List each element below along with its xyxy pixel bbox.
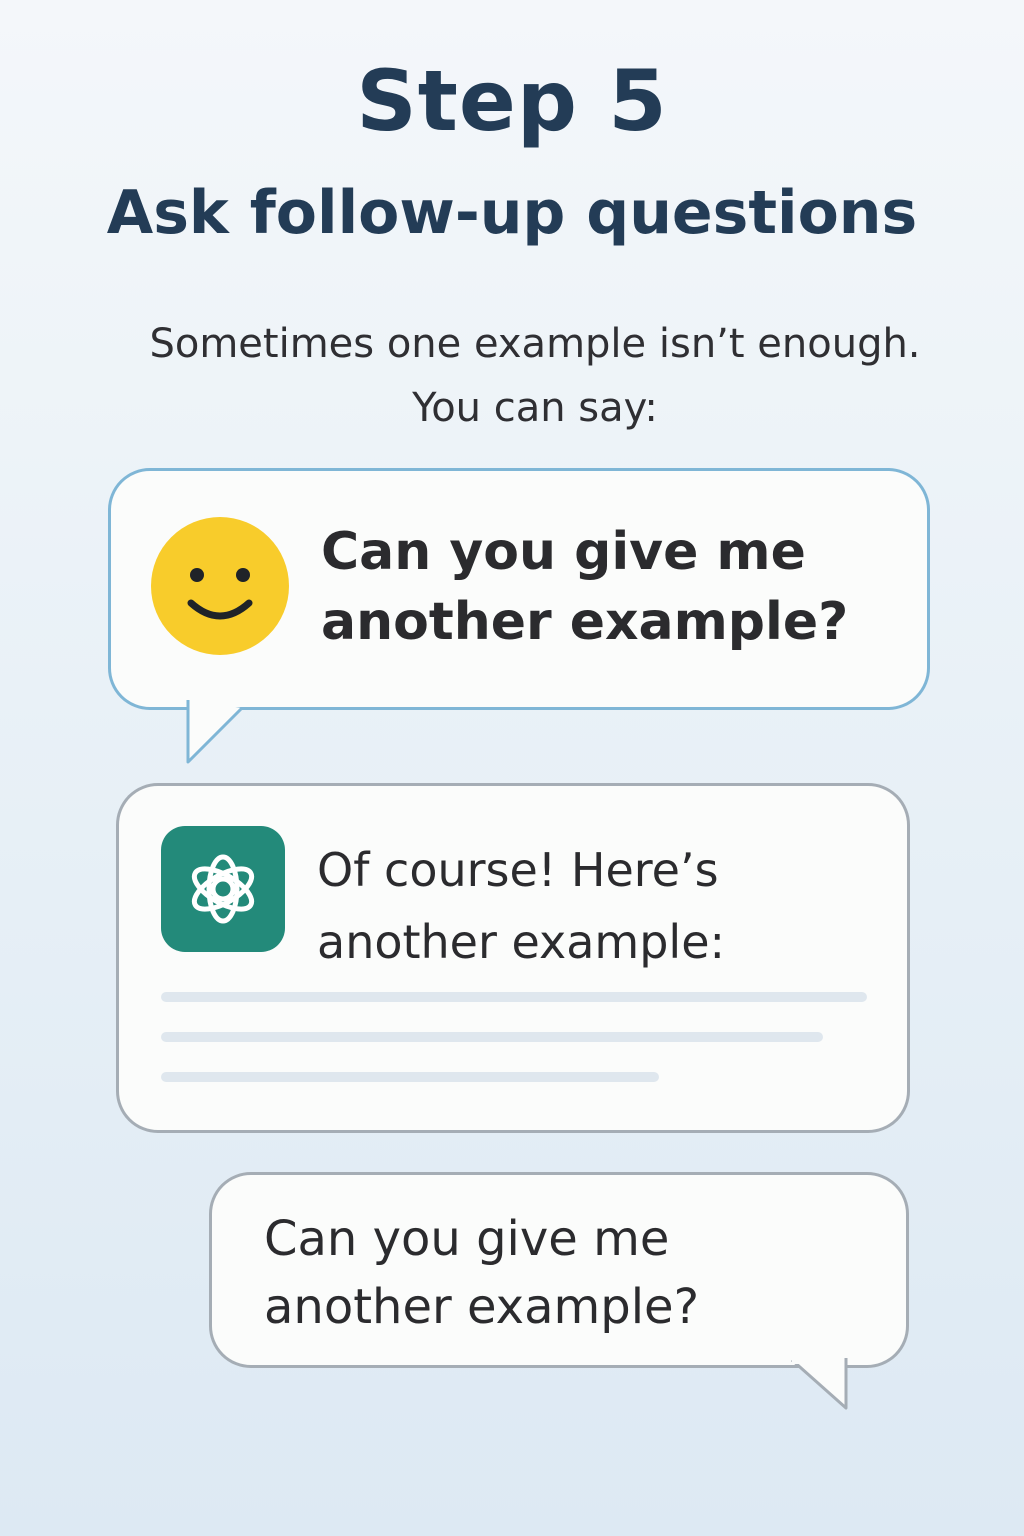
- placeholder-text-line: [161, 1072, 659, 1082]
- user-message-line-1: Can you give me: [321, 522, 806, 582]
- tutorial-card: Step 5 Ask follow-up questions Sometimes…: [0, 0, 1024, 1536]
- user-message-bubble: Can you give me another example?: [108, 468, 930, 710]
- user-message-line-2: another example?: [321, 592, 849, 652]
- placeholder-text-line: [161, 1032, 823, 1042]
- assistant-message-text: Of course! Here’s another example:: [317, 834, 877, 978]
- user-bubble-tail: [186, 700, 244, 764]
- page-subtitle: Ask follow-up questions: [106, 178, 918, 248]
- reply-message-line-1: Can you give me: [264, 1211, 670, 1267]
- openai-logo-icon: [161, 826, 285, 952]
- user-message-text: Can you give me another example?: [321, 517, 911, 657]
- assistant-message-line-1: Of course! Here’s: [317, 843, 719, 897]
- page-title: Step 5: [356, 52, 668, 150]
- reply-message-text: Can you give me another example?: [264, 1205, 864, 1341]
- assistant-message-bubble: Of course! Here’s another example:: [116, 783, 910, 1133]
- smiley-face-icon: [151, 517, 289, 655]
- reply-message-bubble: Can you give me another example?: [209, 1172, 909, 1368]
- intro-text: Sometimes one example isn’t enough. You …: [70, 312, 1000, 440]
- intro-line-1: Sometimes one example isn’t enough.: [149, 321, 921, 367]
- assistant-message-line-2: another example:: [317, 915, 726, 969]
- intro-line-2: You can say:: [412, 385, 658, 431]
- reply-bubble-tail: [791, 1358, 848, 1410]
- placeholder-text-line: [161, 992, 867, 1002]
- reply-message-line-2: another example?: [264, 1279, 700, 1335]
